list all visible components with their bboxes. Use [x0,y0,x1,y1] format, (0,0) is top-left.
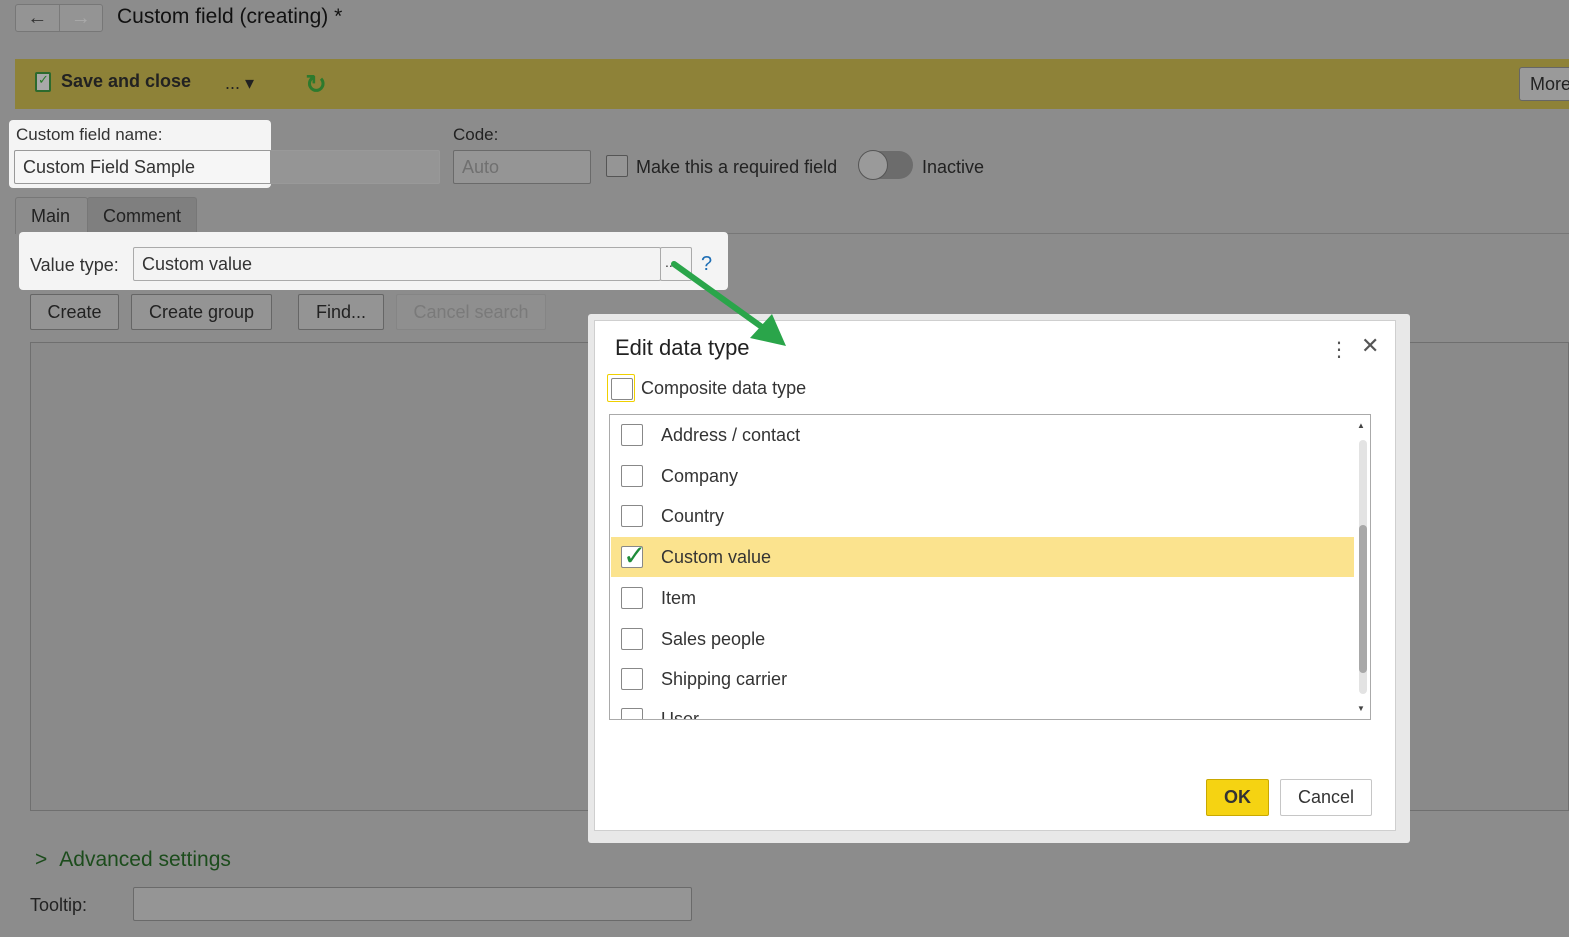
scroll-down-icon[interactable]: ▼ [1357,704,1365,713]
item-checkbox[interactable] [621,424,643,446]
tab-main[interactable]: Main [15,197,88,234]
list-item-selected[interactable]: Custom value [611,537,1354,577]
more-vertical-icon[interactable]: ⋮ [1329,337,1349,362]
active-toggle[interactable] [858,150,913,180]
refresh-icon[interactable]: ↻ [305,69,327,100]
item-label: Custom value [661,546,772,567]
data-type-list[interactable]: Address / contact Company Country Custom… [609,414,1371,720]
save-and-close-button[interactable]: Save and close [35,71,191,92]
item-label: User [661,708,700,720]
command-bar: Save and close ... ▾ ↻ More [15,59,1569,109]
item-label: Item [661,587,697,608]
name-label: Custom field name: [16,125,163,144]
cancel-search-button[interactable]: Cancel search [396,294,546,330]
tooltip-label: Tooltip: [30,895,88,915]
required-checkbox[interactable] [606,155,628,177]
item-checkbox[interactable] [621,505,643,527]
edit-data-type-dialog: Edit data type ⋮ ✕ Composite data type A… [594,320,1396,831]
item-label: Country [661,505,725,526]
composite-type-option[interactable]: Composite data type [607,374,806,402]
code-label: Code: [453,125,499,144]
window-title: Custom field (creating) * [117,5,343,28]
scroll-thumb[interactable] [1359,525,1367,673]
inactive-label: Inactive [922,157,985,177]
advanced-settings-label: Advanced settings [59,848,231,871]
title-bar: ← → Custom field (creating) * [0,0,1569,56]
item-checkbox[interactable] [621,628,643,650]
chevron-right-icon: > [35,848,48,871]
save-and-close-label: Save and close [61,71,192,91]
more-actions-dropdown[interactable]: ... ▾ [225,73,254,94]
create-button[interactable]: Create [30,294,119,330]
composite-label: Composite data type [641,377,807,398]
item-label: Sales people [661,628,766,649]
tab-comment[interactable]: Comment [87,197,197,234]
item-label: Address / contact [661,424,801,445]
list-item[interactable]: Sales people [611,619,1354,659]
list-scrollbar[interactable]: ▲ ▼ [1355,415,1369,719]
item-checkbox[interactable] [621,708,643,719]
list-item[interactable]: Country [611,496,1354,536]
nav-buttons: ← → [15,4,103,32]
more-button[interactable]: More [1519,67,1569,101]
required-label: Make this a required field [636,157,838,177]
tooltip-input[interactable] [133,887,692,921]
value-type-label: Value type: [30,255,119,275]
ok-button[interactable]: OK [1206,779,1269,816]
scroll-up-icon[interactable]: ▲ [1357,421,1365,430]
list-item[interactable]: User [611,699,1354,720]
advanced-settings-toggle[interactable]: > Advanced settings [35,848,231,872]
item-checkbox[interactable] [621,465,643,487]
value-type-input[interactable]: Custom value [133,247,661,281]
list-item[interactable]: Address / contact [611,415,1354,455]
save-document-icon [35,71,51,92]
back-arrow-icon[interactable]: ← [16,5,59,31]
annotation-arrow-icon [671,261,786,346]
composite-checkbox[interactable] [607,374,635,402]
item-label: Company [661,465,739,486]
find-button[interactable]: Find... [298,294,384,330]
code-input[interactable]: Auto [453,150,591,184]
list-item[interactable]: Item [611,578,1354,618]
item-checkbox-checked[interactable] [621,539,646,572]
item-checkbox[interactable] [621,668,643,690]
list-item[interactable]: Company [611,456,1354,496]
name-input[interactable]: Custom Field Sample [14,150,440,184]
toggle-knob [858,150,888,180]
item-checkbox[interactable] [621,587,643,609]
item-label: Shipping carrier [661,668,788,689]
cancel-button[interactable]: Cancel [1280,779,1372,816]
close-icon[interactable]: ✕ [1361,333,1379,359]
forward-arrow-icon[interactable]: → [58,5,103,31]
list-item[interactable]: Shipping carrier [611,659,1354,699]
create-group-button[interactable]: Create group [131,294,272,330]
